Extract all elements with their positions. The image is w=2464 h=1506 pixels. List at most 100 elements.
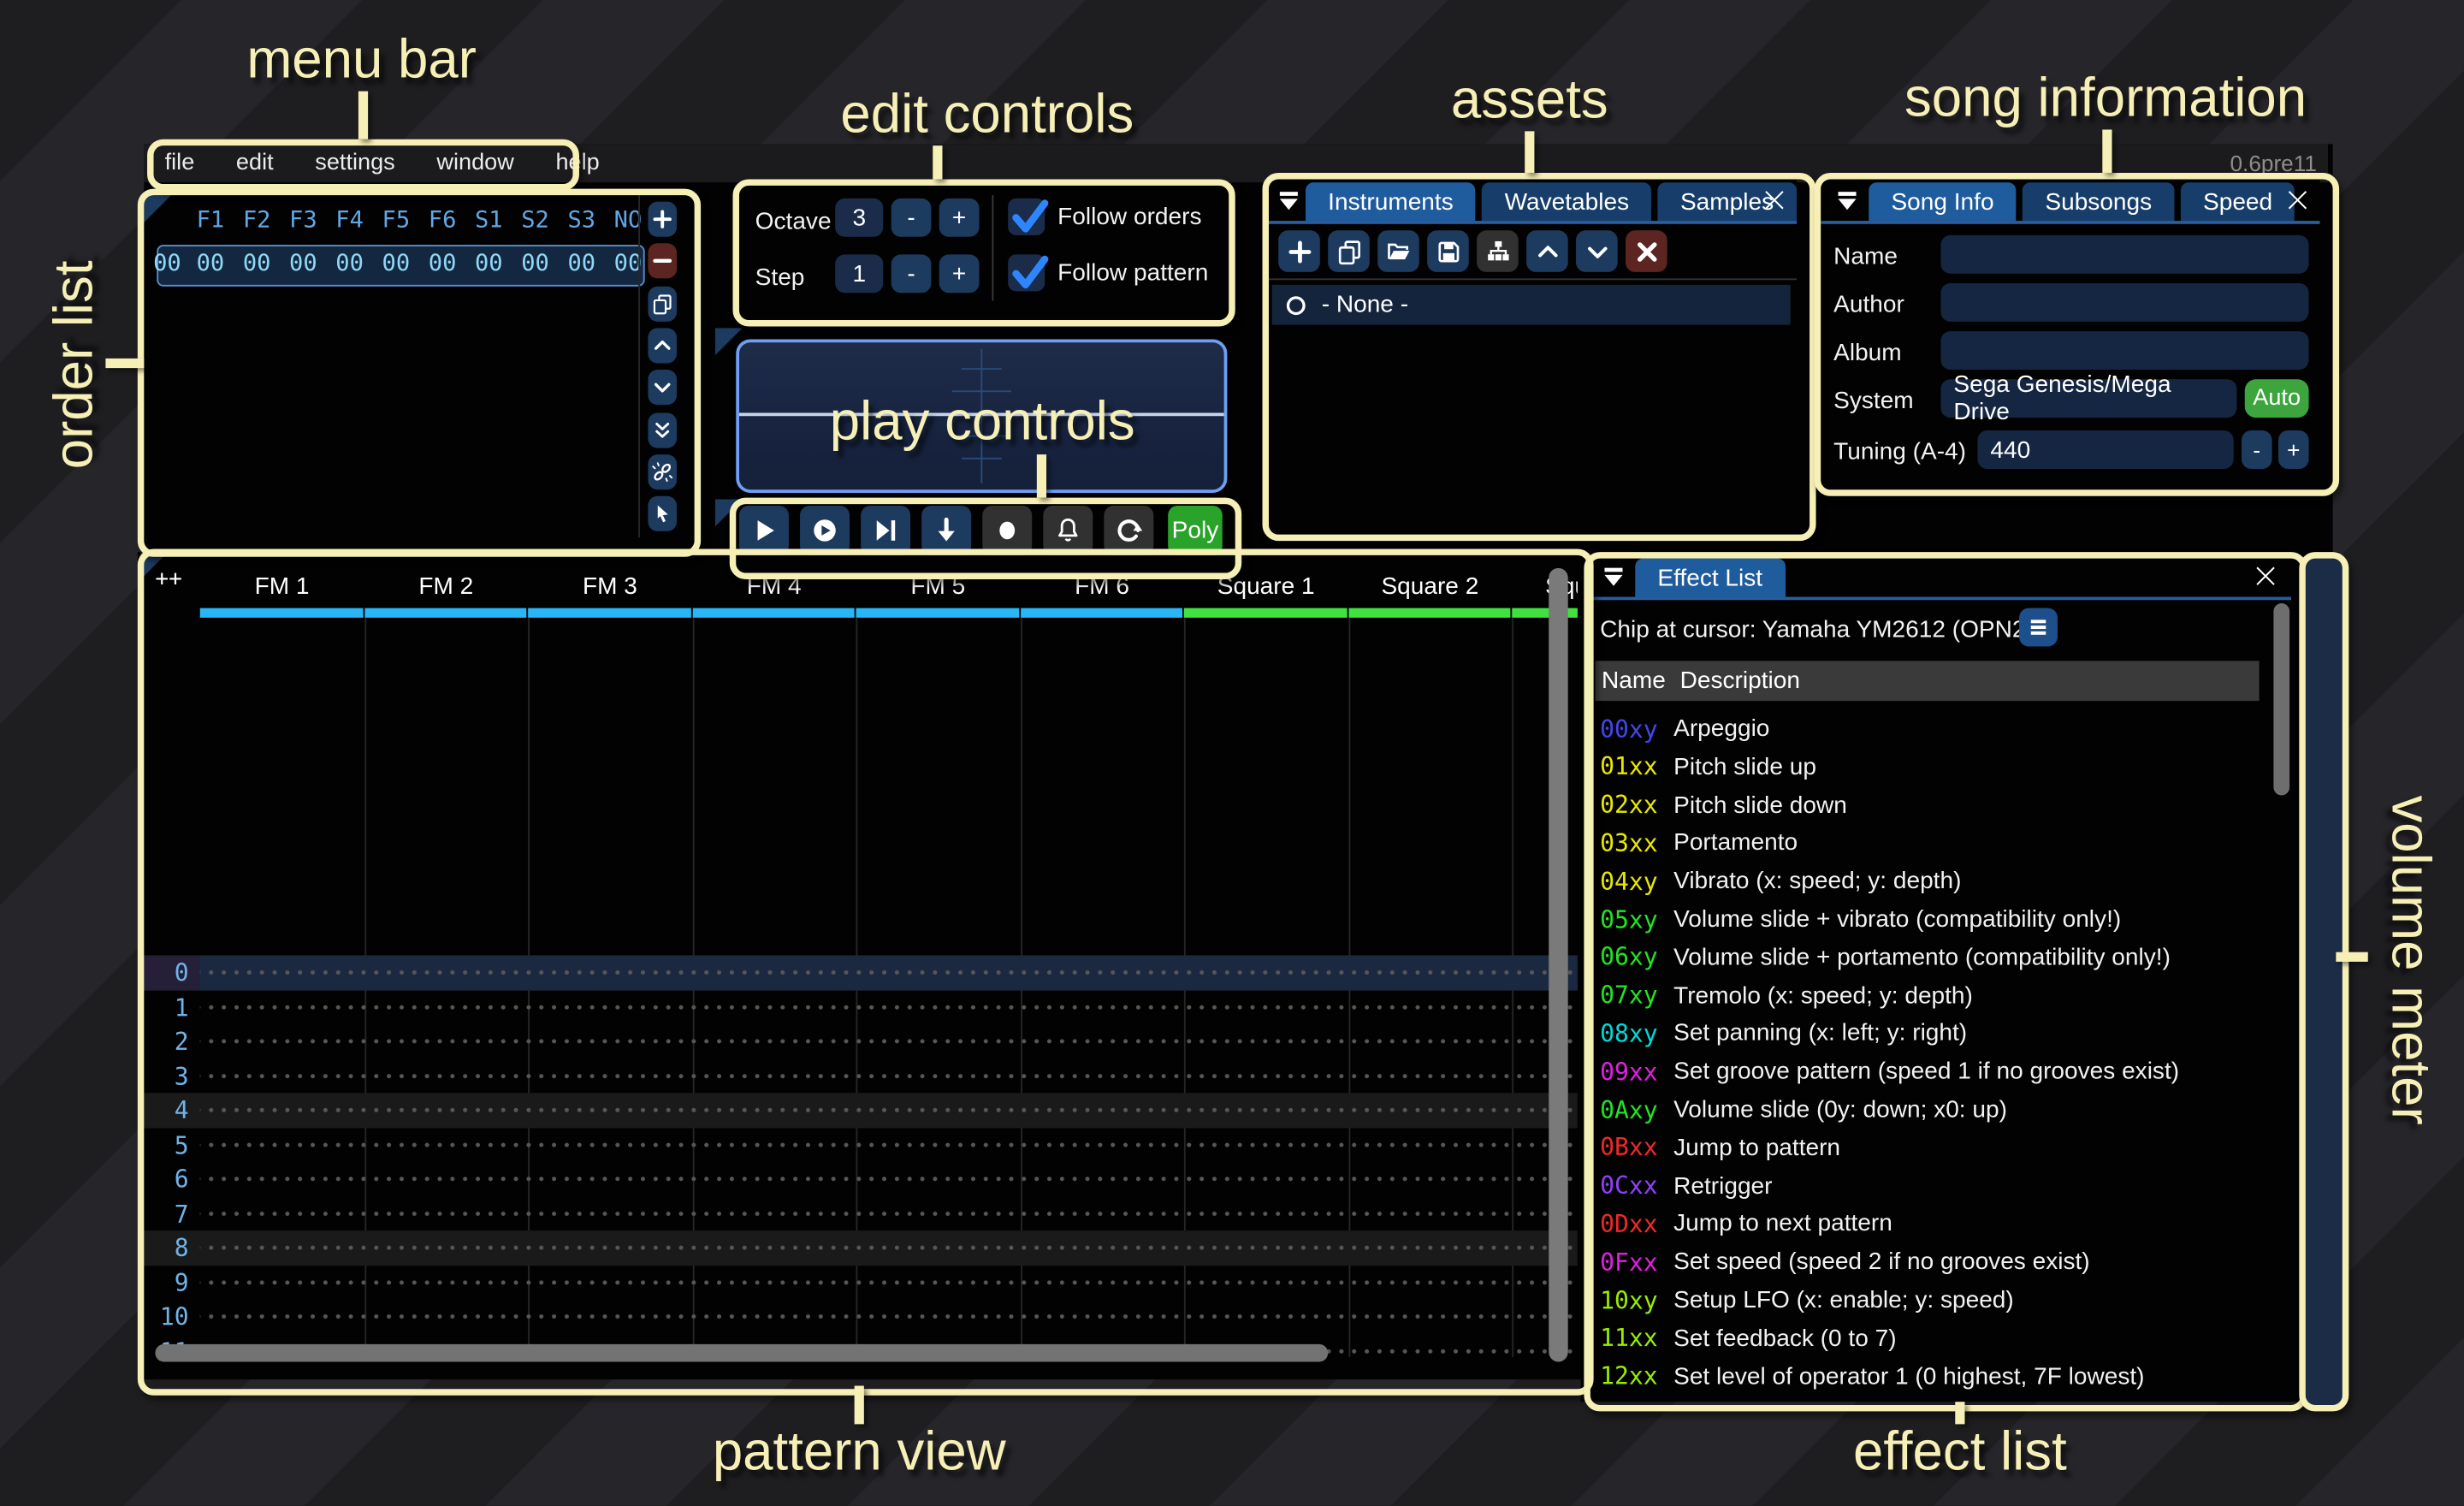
step-value[interactable]: 1 bbox=[835, 254, 883, 293]
pattern-row[interactable]: 1 bbox=[141, 990, 1578, 1024]
order-cell[interactable]: 00 bbox=[327, 252, 373, 277]
delete-asset-button[interactable] bbox=[1626, 230, 1667, 272]
step-increment-button[interactable]: + bbox=[939, 254, 980, 293]
channel-header-fm-1[interactable]: FM 1 bbox=[200, 572, 364, 602]
metronome-button[interactable] bbox=[1043, 506, 1093, 555]
tuning-decrement-button[interactable]: - bbox=[2242, 430, 2272, 469]
order-cell[interactable]: 00 bbox=[280, 252, 326, 277]
pattern-row[interactable]: 4 bbox=[141, 1093, 1578, 1127]
channel-header-square-2[interactable]: Square 2 bbox=[1348, 572, 1513, 602]
octave-increment-button[interactable]: + bbox=[939, 199, 980, 237]
channel-header-square-1[interactable]: Square 1 bbox=[1184, 572, 1348, 602]
save-asset-button[interactable] bbox=[1427, 230, 1469, 272]
menu-help[interactable]: help bbox=[535, 151, 620, 176]
effect-row[interactable]: 0AxyVolume slide (0y: down; x0: up) bbox=[1600, 1091, 2259, 1128]
effect-row[interactable]: 03xxPortamento bbox=[1600, 825, 2259, 862]
effect-row[interactable]: 01xxPitch slide up bbox=[1600, 749, 2259, 786]
pattern-row[interactable]: 5 bbox=[141, 1127, 1578, 1161]
step-one-row-button[interactable] bbox=[921, 506, 971, 555]
tab-instruments[interactable]: Instruments bbox=[1306, 182, 1476, 221]
tuning-input[interactable]: 440 bbox=[1977, 430, 2233, 469]
duplicate-order-button[interactable] bbox=[648, 286, 677, 321]
collapse-icon[interactable] bbox=[1276, 182, 1300, 217]
effect-row[interactable]: 07xyTremolo (x: speed; y: depth) bbox=[1600, 977, 2259, 1014]
channel-header-fm-5[interactable]: FM 5 bbox=[856, 572, 1021, 602]
effect-row[interactable]: 09xxSet groove pattern (speed 1 if no gr… bbox=[1600, 1053, 2259, 1090]
pattern-row[interactable]: 8 bbox=[141, 1230, 1578, 1265]
close-icon[interactable] bbox=[2249, 560, 2281, 592]
follow-orders-checkbox[interactable] bbox=[1008, 199, 1045, 235]
order-cell[interactable]: 00 bbox=[465, 252, 512, 277]
follow-pattern-checkbox[interactable] bbox=[1008, 254, 1045, 291]
menu-edit[interactable]: edit bbox=[216, 151, 294, 176]
record-button[interactable] bbox=[982, 506, 1032, 555]
close-icon[interactable] bbox=[1758, 184, 1790, 216]
tab-speed[interactable]: Speed bbox=[2181, 182, 2295, 221]
effect-list-menu-button[interactable] bbox=[2019, 608, 2058, 647]
effect-row[interactable]: 00xyArpeggio bbox=[1600, 710, 2259, 747]
channel-header-fm-6[interactable]: FM 6 bbox=[1020, 572, 1184, 602]
move-up-asset-button[interactable] bbox=[1526, 230, 1568, 272]
channel-header-fm-2[interactable]: FM 2 bbox=[364, 572, 528, 602]
effect-row[interactable]: 0DxxJump to next pattern bbox=[1600, 1206, 2259, 1242]
effect-row[interactable]: 05xyVolume slide + vibrato (compatibilit… bbox=[1600, 901, 2259, 938]
effect-row[interactable]: 12xxSet level of operator 1 (0 highest, … bbox=[1600, 1358, 2259, 1395]
repeat-pattern-button[interactable] bbox=[1104, 506, 1153, 555]
play-button[interactable] bbox=[739, 506, 789, 555]
system-select[interactable]: Sega Genesis/Mega Drive bbox=[1940, 379, 2236, 418]
menu-file[interactable]: file bbox=[144, 151, 215, 176]
collapse-icon[interactable] bbox=[1829, 182, 1864, 217]
song-album-input[interactable] bbox=[1940, 331, 2308, 370]
tab-song-info[interactable]: Song Info bbox=[1869, 182, 2016, 221]
pattern-row[interactable]: 7 bbox=[141, 1196, 1578, 1230]
tab-subsongs[interactable]: Subsongs bbox=[2023, 182, 2174, 221]
pattern-row[interactable]: 3 bbox=[141, 1058, 1578, 1093]
add-asset-button[interactable] bbox=[1278, 230, 1320, 272]
play-pattern-button[interactable] bbox=[800, 506, 850, 555]
tab-effect-list[interactable]: Effect List bbox=[1635, 559, 1785, 597]
effect-row[interactable]: 10xySetup LFO (x: enable; y: speed) bbox=[1600, 1282, 2259, 1319]
duplicate-asset-button[interactable] bbox=[1328, 230, 1370, 272]
system-auto-button[interactable]: Auto bbox=[2245, 379, 2309, 418]
effect-row[interactable]: 08xySet panning (x: left; y: right) bbox=[1600, 1015, 2259, 1052]
order-cell[interactable]: 00 bbox=[559, 252, 605, 277]
instrument-list-item[interactable]: - None - bbox=[1272, 285, 1791, 325]
play-one-row-button[interactable] bbox=[861, 506, 910, 555]
move-order-to-end-button[interactable] bbox=[648, 412, 677, 448]
order-cell[interactable]: 00 bbox=[512, 252, 558, 277]
effect-row[interactable]: 11xxSet feedback (0 to 7) bbox=[1600, 1319, 2259, 1356]
move-order-down-button[interactable] bbox=[648, 370, 677, 405]
tab-wavetables[interactable]: Wavetables bbox=[1482, 182, 1651, 221]
remove-order-button[interactable] bbox=[648, 244, 677, 279]
octave-value[interactable]: 3 bbox=[835, 199, 883, 237]
order-cell[interactable]: 00 bbox=[234, 252, 280, 277]
effect-row[interactable]: 0BxxJump to pattern bbox=[1600, 1130, 2259, 1166]
order-cell[interactable]: 00 bbox=[187, 252, 234, 277]
order-cell[interactable]: 00 bbox=[605, 252, 651, 277]
polyphony-toggle-button[interactable]: Poly bbox=[1168, 506, 1223, 555]
effect-row[interactable]: 02xxPitch slide down bbox=[1600, 786, 2259, 823]
organize-asset-button[interactable] bbox=[1477, 230, 1519, 272]
pattern-row[interactable]: 2 bbox=[141, 1024, 1578, 1058]
step-decrement-button[interactable]: - bbox=[891, 254, 932, 293]
menu-window[interactable]: window bbox=[416, 151, 535, 176]
add-order-button[interactable] bbox=[648, 202, 677, 237]
open-asset-button[interactable] bbox=[1377, 230, 1419, 272]
move-down-asset-button[interactable] bbox=[1576, 230, 1618, 272]
pattern-vertical-scrollbar[interactable] bbox=[1549, 568, 1567, 1362]
order-cell[interactable]: 00 bbox=[373, 252, 419, 277]
order-edit-mode-button[interactable] bbox=[648, 496, 677, 531]
effect-list-scrollbar[interactable] bbox=[2273, 603, 2289, 795]
pattern-row[interactable]: 9 bbox=[141, 1265, 1578, 1299]
channel-header-fm-4[interactable]: FM 4 bbox=[692, 572, 856, 602]
close-icon[interactable] bbox=[2282, 184, 2313, 216]
tuning-increment-button[interactable]: + bbox=[2278, 430, 2309, 469]
effect-row[interactable]: 04xyVibrato (x: speed; y: depth) bbox=[1600, 863, 2259, 899]
deep-clone-order-button[interactable] bbox=[648, 454, 677, 489]
collapse-icon[interactable] bbox=[1595, 559, 1630, 594]
pattern-row[interactable]: 6 bbox=[141, 1162, 1578, 1196]
pattern-row[interactable]: 0 bbox=[141, 955, 1578, 989]
move-order-up-button[interactable] bbox=[648, 328, 677, 363]
effect-row[interactable]: 06xyVolume slide + portamento (compatibi… bbox=[1600, 939, 2259, 975]
song-author-input[interactable] bbox=[1940, 283, 2308, 322]
